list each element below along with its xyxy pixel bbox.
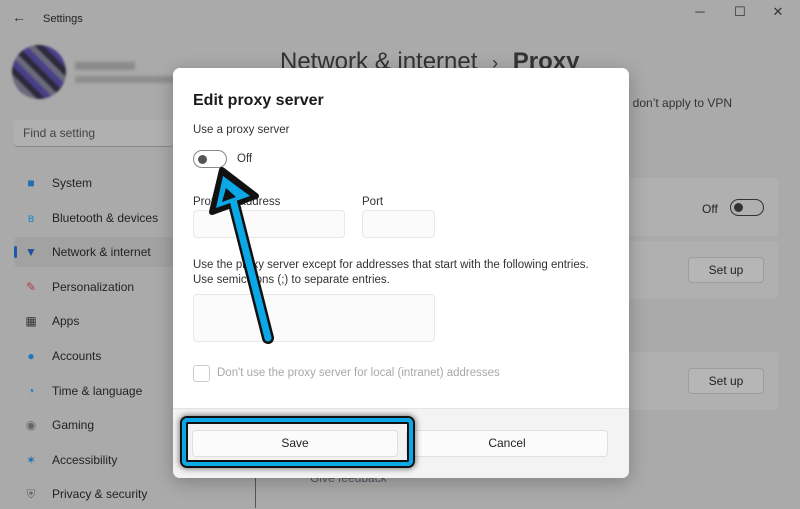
arrow-shape <box>209 167 274 344</box>
annotation-arrow-icon <box>209 167 274 344</box>
